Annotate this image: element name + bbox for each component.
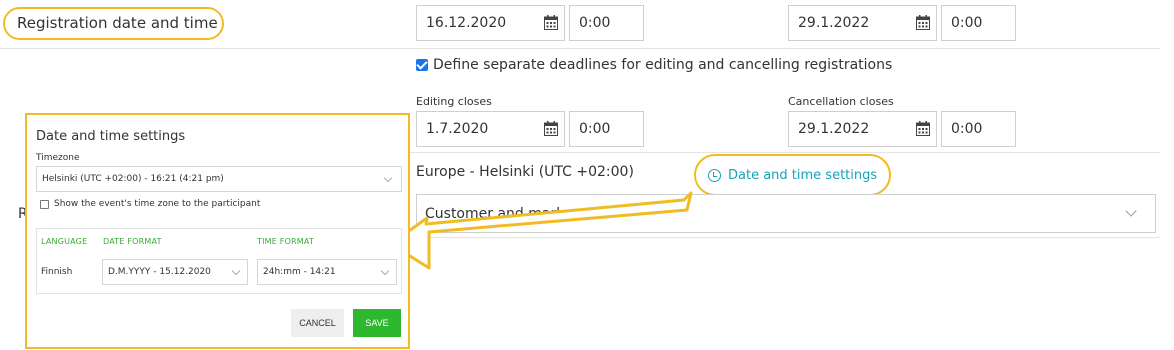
registration-start-date-field[interactable]: 16.12.2020 (416, 5, 565, 41)
separate-deadlines-row[interactable]: Define separate deadlines for editing an… (416, 57, 892, 73)
time-format-select[interactable]: 24h:mm - 14:21 (257, 259, 397, 285)
save-button[interactable]: SAVE (353, 309, 401, 337)
timezone-select-value: Helsinki (UTC +02:00) - 16:21 (4:21 pm) (42, 174, 224, 184)
timezone-select[interactable]: Helsinki (UTC +02:00) - 16:21 (4:21 pm) (36, 166, 402, 192)
calendar-icon[interactable] (916, 121, 930, 136)
customer-select-value: Customer and mark (425, 206, 565, 222)
row-divider (410, 152, 1160, 153)
calendar-icon[interactable] (544, 121, 558, 136)
cancel-button[interactable]: CANCEL (291, 309, 344, 337)
chevron-down-icon (380, 266, 390, 276)
registration-start-date-value: 16.12.2020 (426, 15, 507, 31)
chevron-down-icon (1125, 205, 1137, 217)
editing-closes-time-value: 0:00 (579, 121, 611, 137)
registration-end-time-field[interactable]: 0:00 (941, 5, 1016, 41)
show-timezone-label: Show the event's time zone to the partic… (54, 199, 261, 209)
language-cell: Finnish (41, 267, 73, 277)
date-time-settings-link[interactable]: Date and time settings (694, 154, 891, 196)
table-header-time-format: TIME FORMAT (257, 237, 315, 246)
date-format-select[interactable]: D.M.YYYY - 15.12.2020 (102, 259, 248, 285)
calendar-icon[interactable] (544, 15, 558, 30)
registration-start-time-field[interactable]: 0:00 (569, 5, 644, 41)
date-format-value: D.M.YYYY - 15.12.2020 (108, 267, 211, 277)
clock-icon (708, 168, 721, 182)
dialog-title: Date and time settings (36, 129, 186, 144)
editing-closes-time-field[interactable]: 0:00 (569, 111, 644, 147)
show-timezone-row[interactable]: Show the event's time zone to the partic… (40, 199, 260, 209)
editing-closes-label: Editing closes (416, 95, 492, 108)
table-header-language: LANGUAGE (41, 237, 88, 246)
editing-closes-date-field[interactable]: 1.7.2020 (416, 111, 565, 147)
registration-end-time-value: 0:00 (951, 15, 983, 31)
row-divider (0, 48, 1160, 49)
row-divider (410, 237, 1160, 238)
cancellation-closes-time-field[interactable]: 0:00 (941, 111, 1016, 147)
date-time-settings-link-label: Date and time settings (728, 167, 878, 183)
cancellation-closes-date-value: 29.1.2022 (798, 121, 870, 137)
calendar-icon[interactable] (916, 15, 930, 30)
separate-deadlines-checkbox[interactable] (416, 59, 428, 71)
cancellation-closes-label: Cancellation closes (788, 95, 894, 108)
time-format-value: 24h:mm - 14:21 (263, 267, 336, 277)
event-timezone-text: Europe - Helsinki (UTC +02:00) (416, 164, 634, 180)
registration-start-time-value: 0:00 (579, 15, 611, 31)
table-header-date-format: DATE FORMAT (103, 237, 162, 246)
separate-deadlines-label: Define separate deadlines for editing an… (433, 57, 893, 73)
timezone-label: Timezone (36, 153, 80, 163)
chevron-down-icon (231, 266, 241, 276)
format-table: LANGUAGE DATE FORMAT TIME FORMAT Finnish… (36, 228, 402, 294)
registration-label: Registration date and time (3, 7, 224, 40)
chevron-down-icon (383, 173, 393, 183)
date-time-settings-dialog: Date and time settings Timezone Helsinki… (25, 113, 410, 349)
cancellation-closes-date-field[interactable]: 29.1.2022 (788, 111, 937, 147)
registration-end-date-field[interactable]: 29.1.2022 (788, 5, 937, 41)
show-timezone-checkbox[interactable] (40, 199, 49, 209)
customer-select[interactable]: Customer and mark (416, 194, 1156, 233)
editing-closes-date-value: 1.7.2020 (426, 121, 489, 137)
cancellation-closes-time-value: 0:00 (951, 121, 983, 137)
registration-end-date-value: 29.1.2022 (798, 15, 870, 31)
